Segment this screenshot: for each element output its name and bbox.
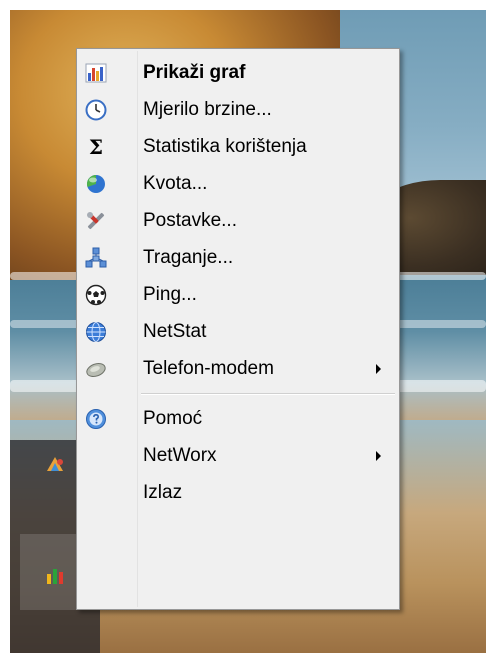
menu-separator: [141, 393, 395, 395]
sigma-icon: Σ: [83, 134, 109, 160]
submenu-arrow-icon: [376, 451, 381, 461]
menu-item-label: Prikaži graf: [143, 62, 246, 83]
menu-item-label: NetWorx: [143, 445, 217, 466]
bar-chart-icon: [83, 60, 109, 86]
menu-item-settings[interactable]: Postavke...: [79, 203, 397, 239]
context-menu: Prikaži graf Mjerilo brzine... Σ Statist…: [76, 48, 400, 610]
menu-item-quota[interactable]: Kvota...: [79, 166, 397, 202]
menu-item-speed-meter[interactable]: Mjerilo brzine...: [79, 92, 397, 128]
menu-item-exit[interactable]: Izlaz: [79, 475, 397, 511]
menu-item-show-graph[interactable]: Prikaži graf: [79, 55, 397, 91]
menu-item-label: Telefon-modem: [143, 358, 274, 379]
menu-item-label: Izlaz: [143, 482, 183, 503]
menu-item-label: NetStat: [143, 321, 207, 342]
clock-icon: [83, 97, 109, 123]
menu-item-help[interactable]: Pomoć: [79, 401, 397, 437]
menu-item-label: Postavke...: [143, 210, 237, 231]
colorful-app-icon[interactable]: [45, 455, 65, 475]
network-trace-icon: [83, 245, 109, 271]
menu-item-traceroute[interactable]: Traganje...: [79, 240, 397, 276]
tools-icon: [83, 208, 109, 234]
menu-item-label: Mjerilo brzine...: [143, 99, 272, 120]
quota-pie-icon: [83, 171, 109, 197]
menu-item-networx[interactable]: NetWorx: [79, 438, 397, 474]
submenu-arrow-icon: [376, 364, 381, 374]
ball-icon: [83, 282, 109, 308]
menu-item-label: Ping...: [143, 284, 197, 305]
menu-item-usage-statistics[interactable]: Σ Statistika korištenja: [79, 129, 397, 165]
networx-tray-icon[interactable]: [45, 566, 65, 586]
menu-item-label: Pomoć: [143, 408, 203, 429]
menu-item-label: Statistika korištenja: [143, 136, 307, 157]
help-icon: [83, 406, 109, 432]
modem-icon: [83, 356, 109, 382]
sigma-glyph: Σ: [88, 135, 104, 159]
menu-item-label: Traganje...: [143, 247, 234, 268]
menu-item-label: Kvota...: [143, 173, 208, 194]
menu-item-ping[interactable]: Ping...: [79, 277, 397, 313]
menu-item-netstat[interactable]: NetStat: [79, 314, 397, 350]
menu-item-phone-modem[interactable]: Telefon-modem: [79, 351, 397, 387]
globe-icon: [83, 319, 109, 345]
